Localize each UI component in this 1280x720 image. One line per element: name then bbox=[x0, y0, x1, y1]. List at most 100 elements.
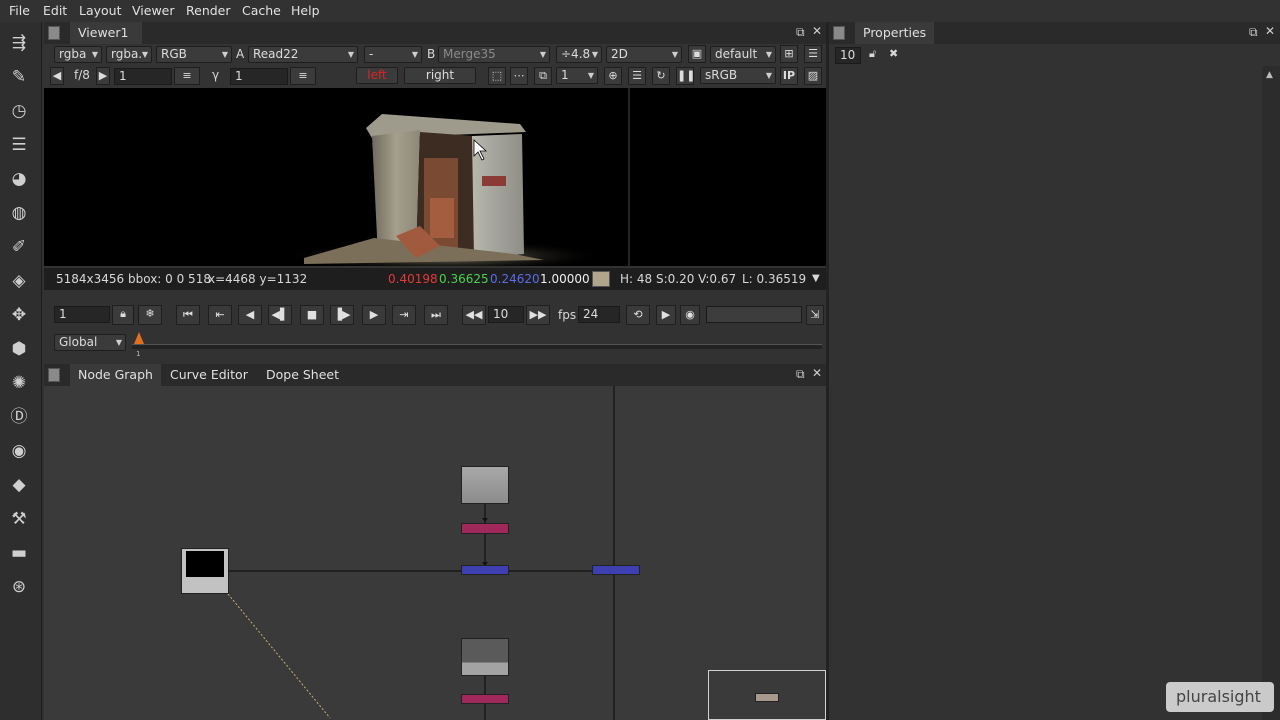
skip-forward-icon[interactable]: ▶▶ bbox=[526, 305, 550, 325]
proxy-dropdown[interactable]: 1 ▼ bbox=[556, 67, 598, 84]
cube-icon[interactable]: ⬢ bbox=[8, 338, 30, 360]
float-panel-icon[interactable]: ⧉ bbox=[796, 367, 805, 382]
next-keyframe-icon[interactable]: ⇥ bbox=[392, 305, 416, 325]
fire-icon[interactable]: ⊛ bbox=[8, 576, 30, 598]
colorspace-dropdown[interactable]: sRGB ▼ bbox=[700, 67, 776, 84]
small-node[interactable] bbox=[755, 693, 779, 702]
scroll-up-icon[interactable]: ▲ bbox=[1266, 70, 1273, 80]
input-a-dropdown[interactable]: Read22 ▼ bbox=[248, 46, 358, 63]
max-panels-field[interactable]: 10 bbox=[835, 47, 861, 64]
step-back-icon[interactable]: ◀ bbox=[238, 305, 262, 325]
flipbook-icon[interactable]: ▶ bbox=[656, 305, 676, 325]
step-forward-icon[interactable]: ▶ bbox=[362, 305, 386, 325]
view-mode-dropdown[interactable]: 2D ▼ bbox=[606, 46, 682, 63]
gain-field[interactable]: 1 bbox=[114, 68, 172, 85]
tab-curve-editor[interactable]: Curve Editor bbox=[162, 364, 256, 386]
clock-icon[interactable]: ◷ bbox=[8, 100, 30, 122]
paint-bucket-icon[interactable]: ✐ bbox=[8, 236, 30, 258]
gamma-field[interactable]: 1 bbox=[230, 68, 288, 85]
properties-scrollbar[interactable]: ▲ bbox=[1262, 66, 1280, 720]
3d-layers-icon[interactable]: ◈ bbox=[8, 270, 30, 292]
overlay-icon[interactable]: ⋯ bbox=[510, 67, 528, 85]
panel-grip-icon[interactable] bbox=[833, 26, 845, 40]
d-icon[interactable]: Ⓓ bbox=[8, 406, 30, 428]
float-panel-icon[interactable]: ⧉ bbox=[1249, 25, 1258, 40]
menu-cache[interactable]: Cache bbox=[242, 3, 281, 18]
play-backward-icon[interactable]: ◀▌ bbox=[268, 305, 292, 325]
first-frame-icon[interactable]: ⏮ bbox=[176, 305, 200, 325]
crosshair-icon[interactable]: ⊕ bbox=[604, 67, 622, 85]
read-node-bottom[interactable] bbox=[461, 638, 509, 676]
stop-icon[interactable]: ■ bbox=[300, 305, 324, 325]
color-wheel-icon[interactable]: ◕ bbox=[8, 168, 30, 190]
camera-icon[interactable]: ▣ bbox=[688, 45, 706, 63]
merge-node-right[interactable] bbox=[592, 565, 640, 575]
lock-icon[interactable]: 🔒︎ bbox=[112, 305, 134, 325]
viewer-canvas[interactable] bbox=[44, 88, 826, 266]
brush-icon[interactable]: ✎ bbox=[8, 66, 30, 88]
layers-transfer-icon[interactable]: ⇶ bbox=[8, 32, 30, 54]
tab-properties[interactable]: Properties bbox=[855, 22, 935, 44]
last-frame-icon[interactable]: ⏭ bbox=[424, 305, 448, 325]
read-node-top[interactable] bbox=[461, 466, 509, 504]
eye-right-button[interactable]: right bbox=[404, 67, 476, 84]
scope-dropdown[interactable]: Global ▼ bbox=[54, 334, 126, 351]
read-node-thumbnail[interactable] bbox=[181, 548, 229, 594]
lock-icon[interactable]: 🔓︎ bbox=[869, 47, 876, 61]
channels-dropdown[interactable]: rgba ▼ bbox=[54, 46, 102, 63]
gain-slider-icon[interactable]: ≡ bbox=[174, 67, 200, 85]
input-b-dropdown[interactable]: Merge35 ▼ bbox=[438, 46, 550, 63]
record-icon[interactable]: ◉ bbox=[680, 305, 700, 325]
lut-dropdown[interactable]: default ▼ bbox=[710, 46, 776, 63]
gain-dropdown[interactable]: ÷4.8 ▼ bbox=[556, 46, 602, 63]
panel-grip-icon[interactable] bbox=[48, 368, 60, 382]
menu-layout[interactable]: Layout bbox=[79, 3, 122, 18]
move-icon[interactable]: ✥ bbox=[8, 304, 30, 326]
eye-icon[interactable]: ◉ bbox=[8, 440, 30, 462]
grade-node-top[interactable] bbox=[461, 523, 509, 534]
backdrop-node[interactable] bbox=[708, 670, 826, 720]
skip-back-icon[interactable]: ◀◀ bbox=[462, 305, 486, 325]
float-panel-icon[interactable]: ⧉ bbox=[796, 25, 805, 40]
panel-grip-icon[interactable] bbox=[48, 26, 60, 40]
channel-stack-icon[interactable]: ☰ bbox=[8, 134, 30, 156]
loop-icon[interactable]: ⟲ bbox=[626, 305, 650, 325]
folder-icon[interactable]: ▬ bbox=[8, 542, 30, 564]
fps-field[interactable]: 24 bbox=[578, 306, 620, 323]
display-channel-dropdown[interactable]: RGB ▼ bbox=[156, 46, 232, 63]
step-field[interactable]: 10 bbox=[488, 306, 524, 323]
roi-icon[interactable]: ⬚ bbox=[488, 67, 506, 85]
close-icon[interactable]: ✕ bbox=[812, 24, 822, 38]
grade-node-bottom[interactable] bbox=[461, 694, 509, 704]
node-graph-canvas[interactable] bbox=[44, 386, 826, 720]
stack-icon[interactable]: ☰ bbox=[628, 67, 646, 85]
tab-node-graph[interactable]: Node Graph bbox=[70, 364, 161, 386]
tab-dope-sheet[interactable]: Dope Sheet bbox=[258, 364, 347, 386]
menu-render[interactable]: Render bbox=[186, 3, 231, 18]
proxy-icon[interactable]: ⧉ bbox=[534, 67, 552, 85]
tab-viewer1[interactable]: Viewer1 bbox=[70, 22, 142, 44]
close-icon[interactable]: ✕ bbox=[812, 366, 822, 380]
pause-icon[interactable]: ❚❚ bbox=[676, 67, 695, 85]
menu-edit[interactable]: Edit bbox=[43, 3, 67, 18]
refresh-icon[interactable]: ↻ bbox=[652, 67, 670, 85]
ip-button[interactable]: IP bbox=[780, 67, 798, 85]
info-expand-icon[interactable]: ▼ bbox=[812, 268, 820, 290]
particles-icon[interactable]: ✺ bbox=[8, 372, 30, 394]
wrench-icon[interactable]: ⚒ bbox=[8, 508, 30, 530]
clear-panels-icon[interactable]: ✖ bbox=[889, 47, 898, 60]
eye-left-button[interactable]: left bbox=[356, 67, 398, 84]
next-arrow-icon[interactable]: ▶ bbox=[96, 67, 110, 85]
menu-file[interactable]: File bbox=[9, 3, 30, 18]
alpha-channel-dropdown[interactable]: rgba. ▼ bbox=[106, 46, 152, 63]
menu-lines-icon[interactable]: ☰ bbox=[804, 45, 822, 63]
frame-field[interactable]: 1 bbox=[54, 306, 110, 323]
layout-icon[interactable]: ⊞ bbox=[780, 45, 798, 63]
composite-dropdown[interactable]: - ▼ bbox=[364, 46, 422, 63]
gamma-slider-icon[interactable]: ≡ bbox=[290, 67, 316, 85]
tag-icon[interactable]: ◆ bbox=[8, 474, 30, 496]
menu-viewer[interactable]: Viewer bbox=[132, 3, 175, 18]
menu-help[interactable]: Help bbox=[291, 3, 320, 18]
prev-arrow-icon[interactable]: ◀ bbox=[50, 67, 64, 85]
play-forward-icon[interactable]: ▐▶ bbox=[330, 305, 354, 325]
